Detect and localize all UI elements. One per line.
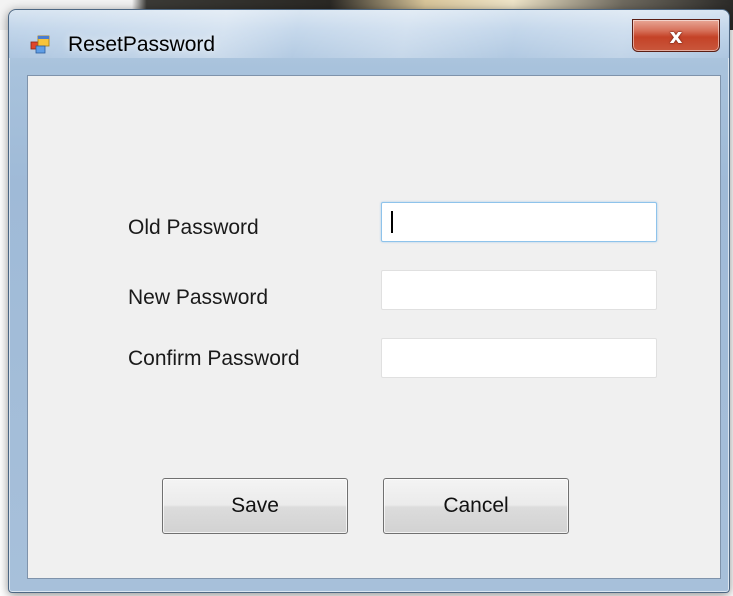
confirm-password-input[interactable] [381, 338, 657, 378]
old-password-input[interactable] [381, 202, 657, 242]
save-button[interactable]: Save [162, 478, 348, 534]
confirm-password-label: Confirm Password [128, 347, 300, 370]
window-title: ResetPassword [68, 33, 216, 56]
close-button[interactable]: x [632, 19, 720, 52]
windows-form-icon [30, 35, 50, 54]
cancel-button[interactable]: Cancel [383, 478, 569, 534]
old-password-label: Old Password [128, 216, 259, 239]
dialog-client-area: Old Password New Password Confirm Passwo… [27, 75, 721, 579]
new-password-label: New Password [128, 286, 269, 309]
reset-password-window: ResetPassword x Old Password New Passwor… [8, 9, 730, 593]
new-password-input[interactable] [381, 270, 657, 310]
close-icon: x [669, 23, 683, 48]
text-cursor [391, 211, 393, 233]
